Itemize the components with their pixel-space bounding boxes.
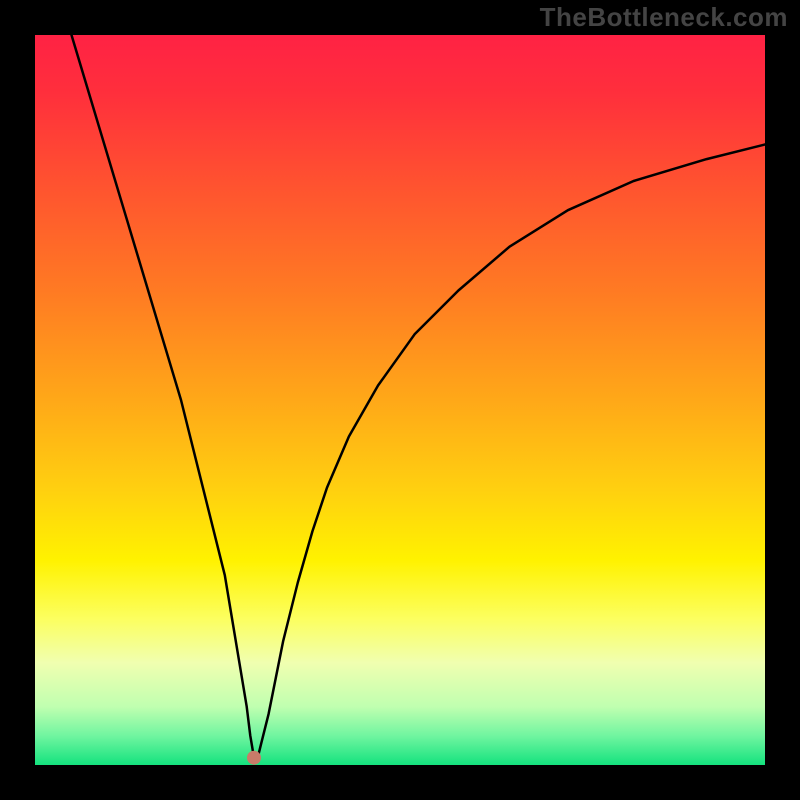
watermark-text: TheBottleneck.com	[540, 2, 788, 33]
plot-area	[35, 35, 765, 765]
minimum-dot	[247, 751, 261, 765]
chart-svg	[35, 35, 765, 765]
gradient-background	[35, 35, 765, 765]
chart-frame: TheBottleneck.com	[0, 0, 800, 800]
